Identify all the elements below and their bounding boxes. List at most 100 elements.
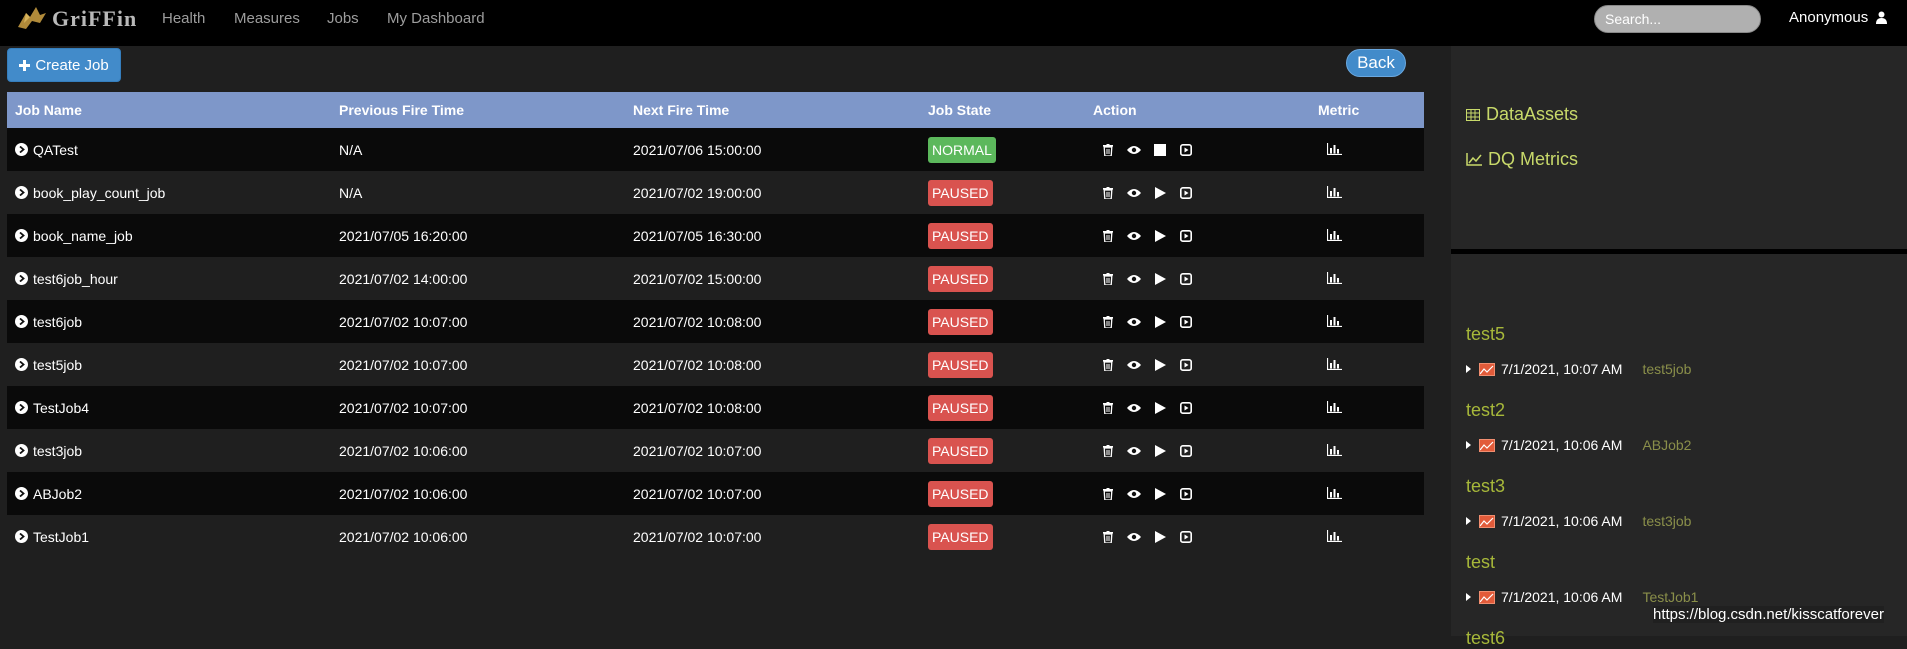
create-job-button[interactable]: Create Job [7, 48, 121, 82]
play-square-icon[interactable] [1179, 358, 1193, 372]
caret-right-icon[interactable] [1466, 517, 1471, 525]
chevron-circle-right-icon[interactable] [15, 358, 28, 371]
chevron-circle-right-icon[interactable] [15, 272, 28, 285]
nav-my-dashboard[interactable]: My Dashboard [387, 10, 485, 27]
job-name-cell[interactable]: book_play_count_job [15, 185, 165, 201]
metric-title[interactable]: test5 [1466, 324, 1505, 345]
nav-health[interactable]: Health [162, 10, 205, 27]
job-name-cell[interactable]: test6job_hour [15, 271, 118, 287]
play-icon[interactable] [1153, 444, 1167, 458]
back-button[interactable]: Back [1346, 49, 1406, 77]
bar-chart-icon[interactable] [1326, 529, 1342, 545]
caret-right-icon[interactable] [1466, 441, 1471, 449]
play-square-icon[interactable] [1179, 186, 1193, 200]
eye-icon[interactable] [1127, 315, 1141, 329]
eye-icon[interactable] [1127, 229, 1141, 243]
trash-icon[interactable] [1101, 487, 1115, 501]
bar-chart-icon[interactable] [1326, 443, 1342, 459]
play-square-icon[interactable] [1179, 401, 1193, 415]
metric-title[interactable]: test3 [1466, 476, 1505, 497]
caret-right-icon[interactable] [1466, 365, 1471, 373]
metric-title[interactable]: test6 [1466, 628, 1505, 649]
job-name-cell[interactable]: ABJob2 [15, 486, 82, 502]
chevron-circle-right-icon[interactable] [15, 487, 28, 500]
eye-icon[interactable] [1127, 444, 1141, 458]
trash-icon[interactable] [1101, 143, 1115, 157]
play-icon[interactable] [1153, 401, 1167, 415]
metric-item[interactable]: 7/1/2021, 10:06 AM TestJob1 [1466, 589, 1698, 605]
job-name-cell[interactable]: test3job [15, 443, 82, 459]
metric-title[interactable]: test2 [1466, 400, 1505, 421]
play-icon[interactable] [1153, 358, 1167, 372]
play-icon[interactable] [1153, 315, 1167, 329]
chevron-circle-right-icon[interactable] [15, 186, 28, 199]
eye-icon[interactable] [1127, 530, 1141, 544]
chevron-circle-right-icon[interactable] [15, 530, 28, 543]
play-square-icon[interactable] [1179, 530, 1193, 544]
bar-chart-icon[interactable] [1326, 185, 1342, 201]
trash-icon[interactable] [1101, 530, 1115, 544]
metric-item[interactable]: 7/1/2021, 10:06 AM ABJob2 [1466, 437, 1691, 453]
eye-icon[interactable] [1127, 272, 1141, 286]
trash-icon[interactable] [1101, 401, 1115, 415]
brand[interactable]: GriFFin [16, 4, 137, 34]
header-metric: Metric [1318, 102, 1360, 118]
bar-chart-icon[interactable] [1326, 271, 1342, 287]
play-square-icon[interactable] [1179, 143, 1193, 157]
trash-icon[interactable] [1101, 229, 1115, 243]
bar-chart-icon[interactable] [1326, 228, 1342, 244]
eye-icon[interactable] [1127, 186, 1141, 200]
job-name-cell[interactable]: book_name_job [15, 228, 133, 244]
job-state-badge: PAUSED [928, 308, 993, 335]
stop-icon[interactable] [1153, 143, 1167, 157]
nav-jobs[interactable]: Jobs [327, 10, 359, 27]
play-square-icon[interactable] [1179, 487, 1193, 501]
table-row: test5job 2021/07/02 10:07:00 2021/07/02 … [7, 343, 1424, 386]
chevron-circle-right-icon[interactable] [15, 401, 28, 414]
eye-icon[interactable] [1127, 487, 1141, 501]
job-name-cell[interactable]: QATest [15, 142, 78, 158]
metric-item[interactable]: 7/1/2021, 10:07 AM test5job [1466, 361, 1691, 377]
caret-right-icon[interactable] [1466, 593, 1471, 601]
trash-icon[interactable] [1101, 358, 1115, 372]
trash-icon[interactable] [1101, 315, 1115, 329]
trash-icon[interactable] [1101, 186, 1115, 200]
play-icon[interactable] [1153, 229, 1167, 243]
chevron-circle-right-icon[interactable] [15, 315, 28, 328]
chevron-circle-right-icon[interactable] [15, 143, 28, 156]
eye-icon[interactable] [1127, 358, 1141, 372]
search-input[interactable] [1594, 5, 1761, 33]
sidebar-link-dq-metrics[interactable]: DQ Metrics [1466, 149, 1578, 170]
chevron-circle-right-icon[interactable] [15, 444, 28, 457]
nav-measures[interactable]: Measures [234, 10, 300, 27]
trash-icon[interactable] [1101, 272, 1115, 286]
job-name-cell[interactable]: TestJob1 [15, 529, 89, 545]
job-name-cell[interactable]: TestJob4 [15, 400, 89, 416]
user-menu[interactable]: Anonymous [1789, 9, 1888, 26]
bar-chart-icon[interactable] [1326, 357, 1342, 373]
table-header: Job Name Previous Fire Time Next Fire Ti… [7, 92, 1424, 128]
job-name-cell[interactable]: test5job [15, 357, 82, 373]
play-square-icon[interactable] [1179, 444, 1193, 458]
play-square-icon[interactable] [1179, 315, 1193, 329]
bar-chart-icon[interactable] [1326, 314, 1342, 330]
metric-title[interactable]: test [1466, 552, 1495, 573]
job-name-cell[interactable]: test6job [15, 314, 82, 330]
sidebar-link-dataassets[interactable]: DataAssets [1466, 104, 1578, 125]
bar-chart-icon[interactable] [1326, 400, 1342, 416]
play-square-icon[interactable] [1179, 229, 1193, 243]
previous-fire-time: N/A [339, 141, 363, 158]
metric-item[interactable]: 7/1/2021, 10:06 AM test3job [1466, 513, 1691, 529]
play-icon[interactable] [1153, 272, 1167, 286]
metric-time: 7/1/2021, 10:06 AM [1501, 437, 1623, 453]
bar-chart-icon[interactable] [1326, 142, 1342, 158]
eye-icon[interactable] [1127, 401, 1141, 415]
play-icon[interactable] [1153, 530, 1167, 544]
trash-icon[interactable] [1101, 444, 1115, 458]
bar-chart-icon[interactable] [1326, 486, 1342, 502]
play-square-icon[interactable] [1179, 272, 1193, 286]
eye-icon[interactable] [1127, 143, 1141, 157]
play-icon[interactable] [1153, 487, 1167, 501]
chevron-circle-right-icon[interactable] [15, 229, 28, 242]
play-icon[interactable] [1153, 186, 1167, 200]
